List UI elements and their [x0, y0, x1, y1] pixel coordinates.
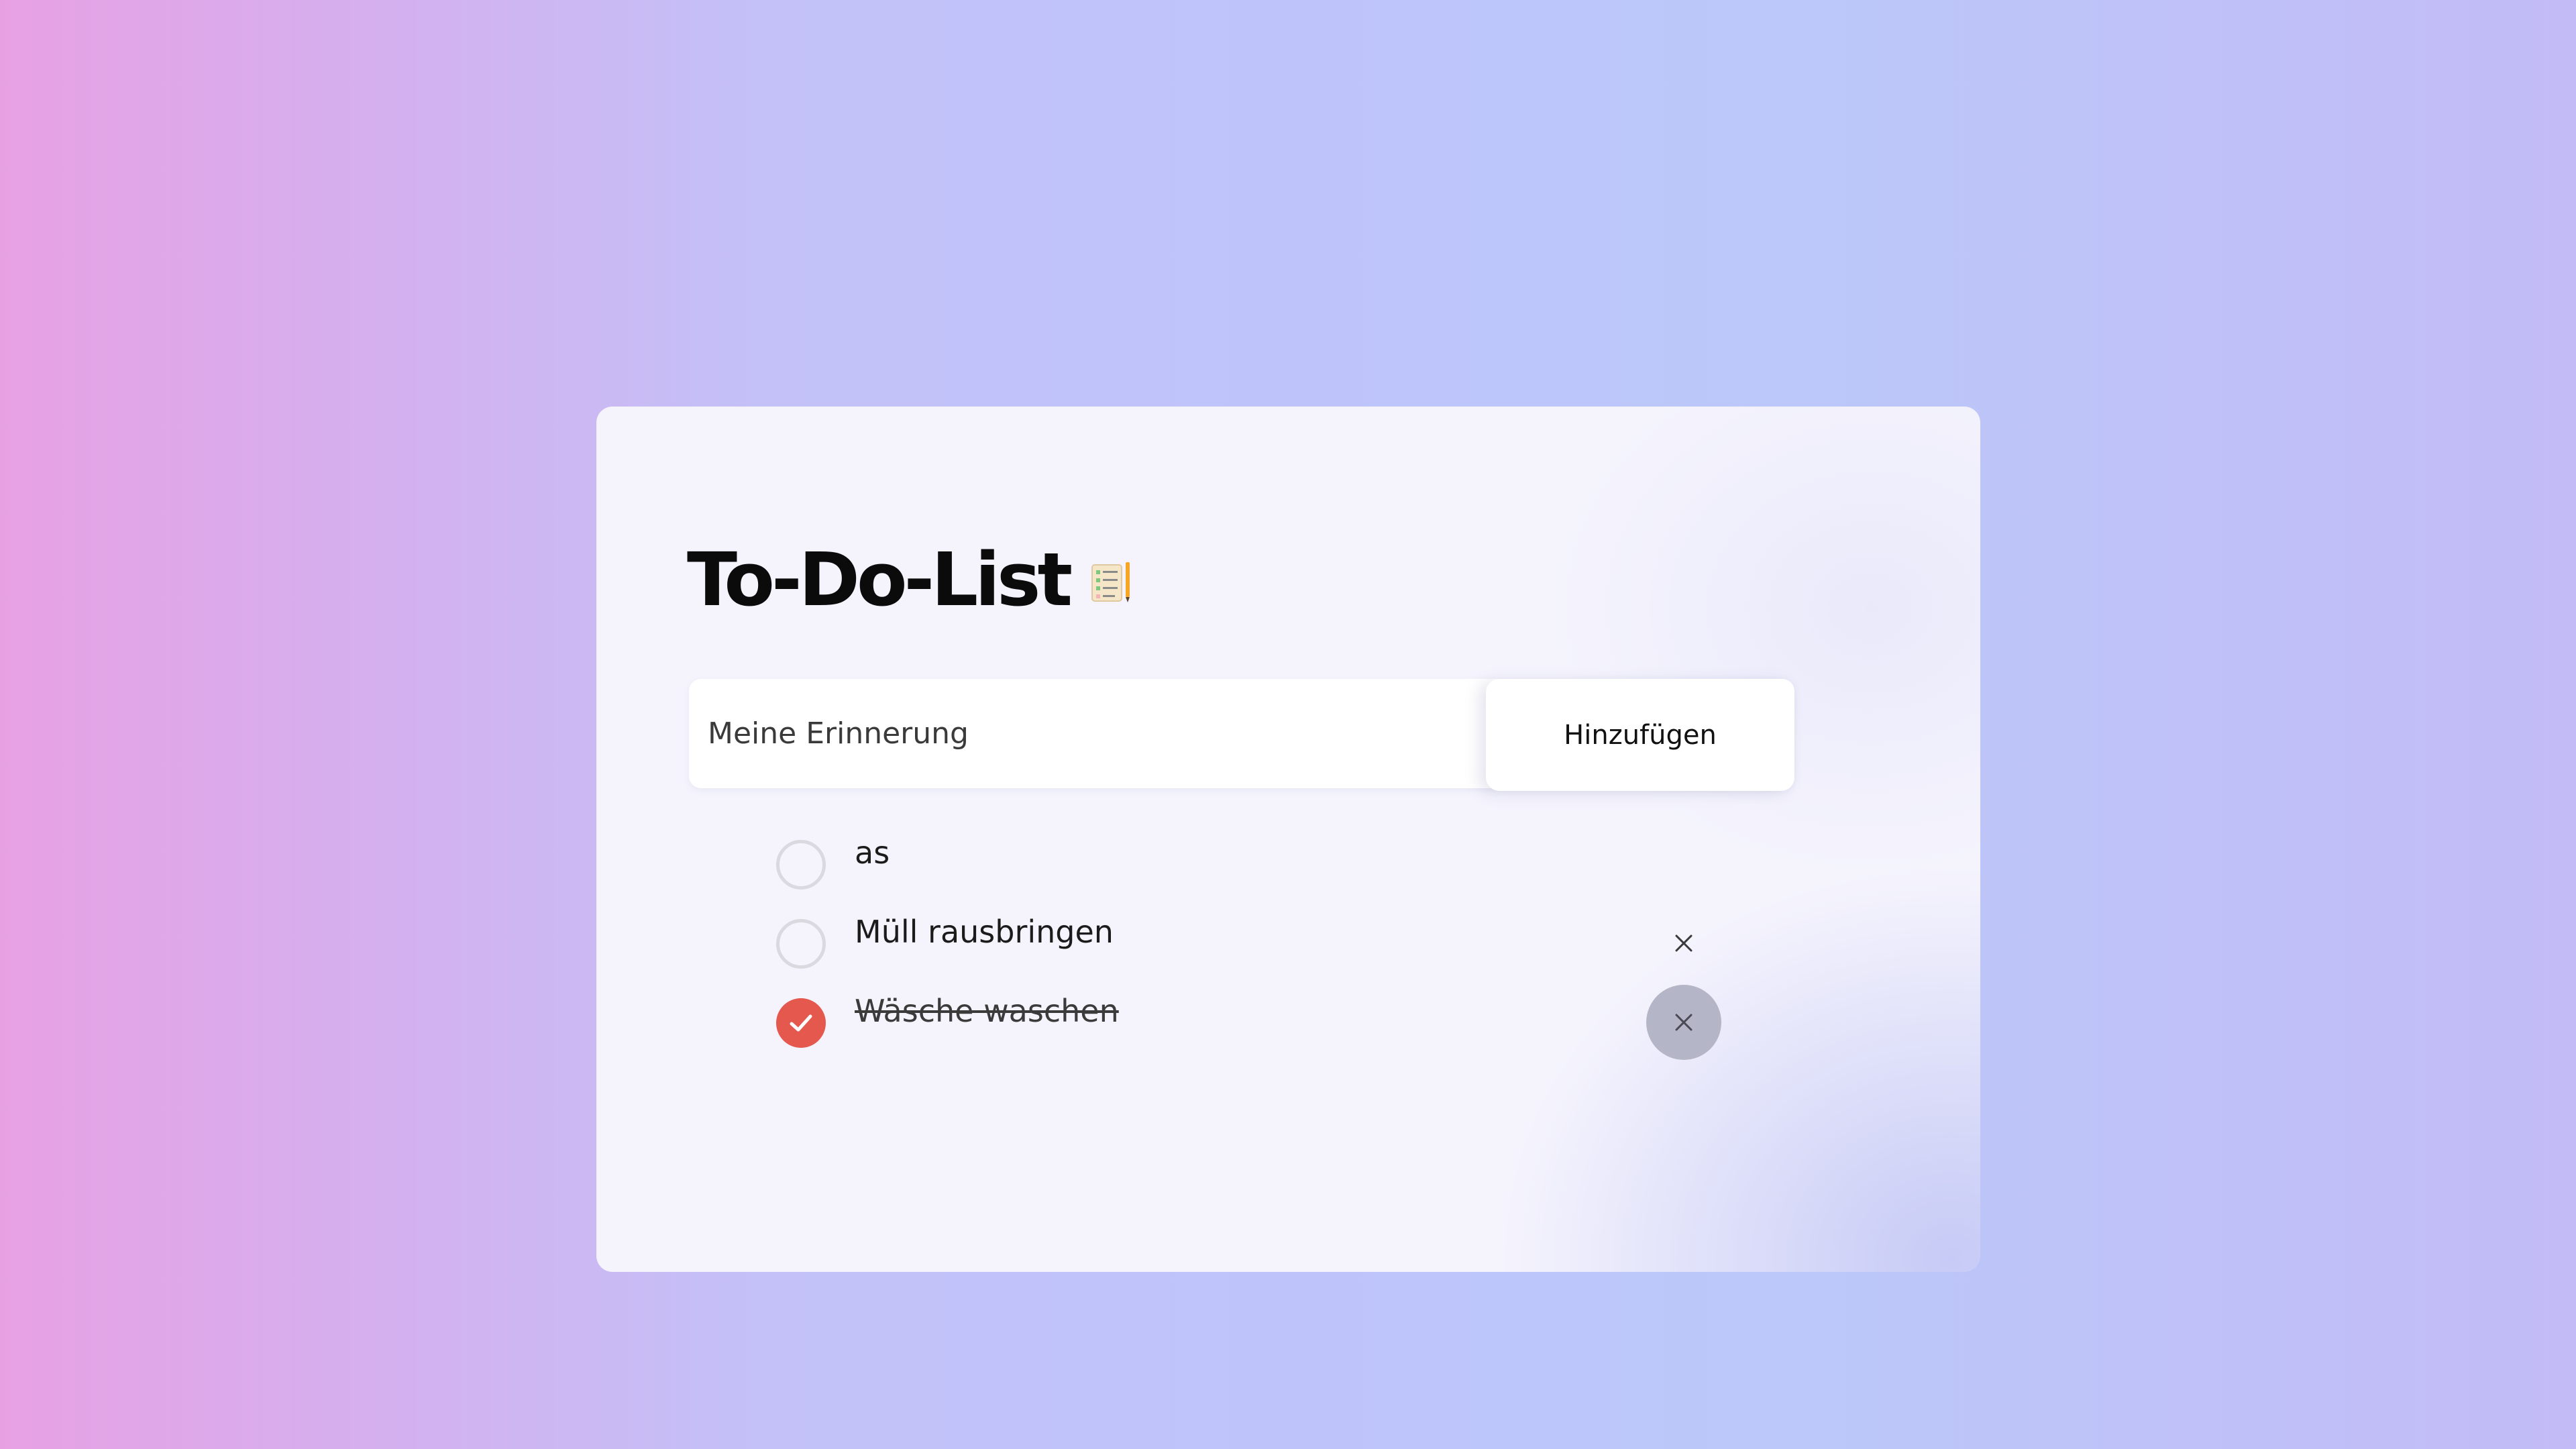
todo-checkbox[interactable] [776, 919, 826, 969]
todo-card: To-Do-List Hinzufügen as [596, 407, 1980, 1272]
delete-todo-button[interactable] [1646, 906, 1721, 981]
close-icon [1675, 1014, 1693, 1031]
add-button[interactable]: Hinzufügen [1486, 679, 1794, 791]
header: To-Do-List [687, 533, 1132, 627]
todo-input[interactable] [689, 679, 1487, 788]
todo-checkbox-checked[interactable] [776, 998, 826, 1048]
delete-todo-button[interactable] [1646, 985, 1721, 1060]
todo-text: Müll rausbringen [855, 914, 1114, 950]
todo-text: Wäsche waschen [855, 993, 1119, 1029]
todo-item: as [776, 835, 1796, 919]
checkmark-icon [790, 1014, 812, 1032]
todo-item: Müll rausbringen [776, 914, 1796, 998]
todo-text: as [855, 835, 890, 871]
close-icon [1675, 934, 1693, 952]
add-todo-form: Hinzufügen [689, 679, 1794, 791]
page-title: To-Do-List [687, 537, 1073, 623]
todo-list: as Müll rausbringen Wäsche waschen [776, 835, 1796, 1077]
notepad-checklist-icon [1089, 561, 1132, 604]
todo-checkbox[interactable] [776, 840, 826, 890]
todo-item: Wäsche waschen [776, 985, 1796, 1077]
